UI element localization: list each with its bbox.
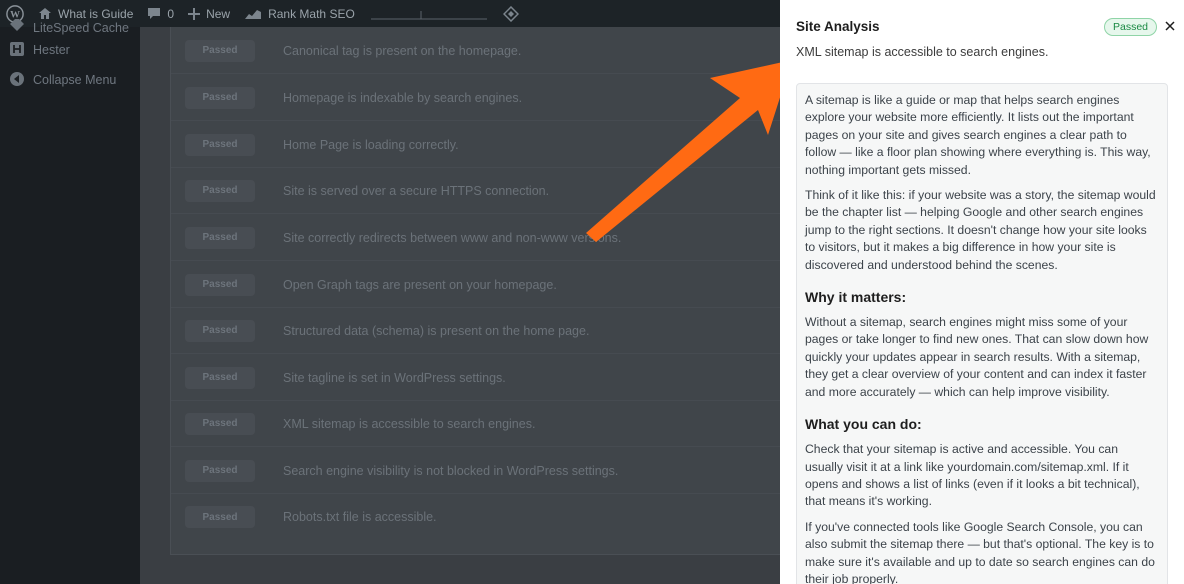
check-row-text: Site correctly redirects between www and… — [283, 230, 622, 245]
menu-item-collapse[interactable]: Collapse Menu — [0, 65, 140, 95]
site-analysis-drawer: Site Analysis Passed XML sitemap is acce… — [780, 0, 1184, 584]
status-badge: Passed — [185, 366, 255, 389]
status-badge: Passed — [185, 506, 255, 528]
check-row[interactable]: Passed Site is served over a secure HTTPS… — [171, 168, 871, 214]
check-row[interactable]: Passed Structured data (schema) is presen… — [171, 308, 871, 354]
diamond-icon[interactable] — [502, 5, 519, 22]
section-heading: Why it matters: — [805, 289, 907, 306]
check-row[interactable]: Passed Open Graph tags are present on you… — [171, 262, 871, 308]
admin-side-menu: LiteSpeed Cache Hester Collapse Menu — [0, 19, 140, 584]
check-row-text: Site is served over a secure HTTPS conne… — [283, 183, 550, 198]
check-row[interactable]: Passed XML sitemap is accessible to searc… — [171, 401, 871, 447]
explanation-paragraph: A sitemap is like a guide or map that he… — [805, 93, 1151, 177]
close-icon — [1165, 21, 1175, 31]
status-badge: Passed — [185, 412, 255, 435]
check-row-text: XML sitemap is accessible to search engi… — [283, 416, 536, 431]
explanation-box: A sitemap is like a guide or map that he… — [796, 83, 1168, 584]
admin-bar-new[interactable]: New — [188, 7, 230, 21]
explanation-paragraph: Think of it like this: if your website w… — [805, 188, 1156, 272]
menu-item-hester[interactable]: Hester — [0, 35, 140, 65]
check-row-text: Homepage is indexable by search engines. — [283, 90, 523, 105]
rank-math-label: Rank Math SEO — [268, 6, 355, 21]
explanation-paragraph: If you've connected tools like Google Se… — [805, 519, 1155, 584]
drawer-title: Site Analysis — [796, 19, 880, 34]
main-content: Passed Canonical tag is present on the ho… — [140, 27, 871, 584]
status-badge: Passed — [185, 459, 255, 482]
check-row[interactable]: Passed Homepage is indexable by search en… — [171, 75, 871, 121]
check-row-text: Structured data (schema) is present on t… — [283, 323, 590, 338]
hester-icon — [9, 41, 25, 60]
check-row-text: Home Page is loading correctly. — [283, 137, 459, 152]
comments-count: 0 — [167, 6, 175, 21]
menu-item-litespeed[interactable]: LiteSpeed Cache — [0, 19, 140, 35]
check-row[interactable]: Passed Search engine visibility is not bl… — [171, 448, 871, 494]
check-row-text: Site tagline is set in WordPress setting… — [283, 370, 506, 385]
status-badge: Passed — [185, 179, 255, 202]
status-badge: Passed — [185, 319, 255, 342]
menu-item-label: Hester — [33, 43, 70, 57]
section-heading: What you can do: — [805, 416, 922, 433]
close-button[interactable] — [1162, 17, 1178, 35]
explanation-paragraph: Check that your sitemap is active and ac… — [805, 442, 1140, 509]
status-badge: Passed — [185, 86, 255, 109]
status-badge: Passed — [185, 39, 255, 62]
check-row-text: Search engine visibility is not blocked … — [283, 463, 619, 478]
status-badge: Passed — [185, 133, 255, 156]
check-row-text: Canonical tag is present on the homepage… — [283, 43, 522, 58]
plus-icon — [188, 7, 201, 20]
status-badge: Passed — [185, 226, 255, 249]
explanation-paragraph: Without a sitemap, search engines might … — [805, 315, 1149, 399]
admin-bar-rank-math[interactable]: Rank Math SEO — [244, 7, 355, 21]
checks-card: Passed Canonical tag is present on the ho… — [170, 27, 871, 555]
drawer-subtitle: XML sitemap is accessible to search engi… — [796, 45, 1049, 59]
rank-math-icon — [245, 9, 262, 19]
new-label: New — [206, 6, 231, 21]
status-badge: Passed — [1104, 18, 1158, 36]
litespeed-icon — [9, 19, 25, 35]
menu-item-label: LiteSpeed Cache — [33, 21, 129, 35]
check-row[interactable]: Passed Home Page is loading correctly. — [171, 122, 871, 168]
comment-icon — [148, 8, 161, 19]
admin-bar-score-meter — [369, 8, 489, 20]
admin-bar-comments[interactable]: 0 — [147, 7, 174, 21]
check-row-text: Robots.txt file is accessible. — [283, 510, 437, 524]
check-row[interactable]: Passed Site tagline is set in WordPress s… — [171, 355, 871, 401]
status-badge: Passed — [185, 273, 255, 296]
collapse-icon — [9, 71, 25, 90]
check-row[interactable]: Passed Site correctly redirects between w… — [171, 215, 871, 261]
check-row-text: Open Graph tags are present on your home… — [283, 277, 557, 292]
check-row[interactable]: Passed Canonical tag is present on the ho… — [171, 28, 871, 74]
check-row[interactable]: Passed Robots.txt file is accessible. — [171, 494, 871, 540]
menu-item-label: Collapse Menu — [33, 73, 117, 87]
